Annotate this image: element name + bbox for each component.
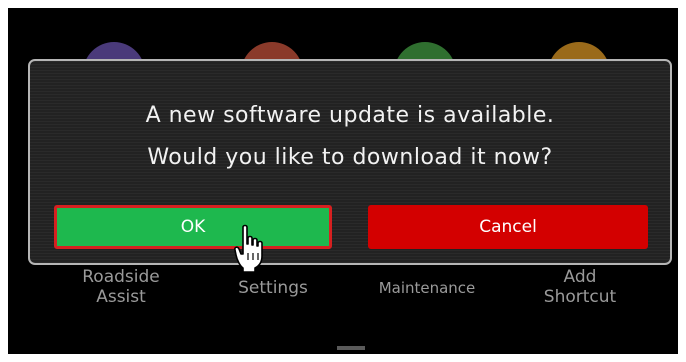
dialog-message-line1: A new software update is available. <box>145 103 555 128</box>
app-label-maintenance[interactable]: Maintenance <box>362 278 492 298</box>
app-label-line: Settings <box>238 278 308 298</box>
app-label-line: Assist <box>96 287 146 307</box>
software-update-dialog: A new software update is available. Woul… <box>28 59 672 265</box>
drag-handle-icon[interactable] <box>337 346 365 350</box>
app-label-line: Shortcut <box>543 287 617 307</box>
app-label-line: Add <box>563 267 597 287</box>
app-label-roadside-assist[interactable]: Roadside Assist <box>56 267 186 307</box>
infotainment-screen: Roadside Assist Settings Maintenance Add… <box>8 8 678 354</box>
ok-button[interactable]: OK <box>54 205 332 249</box>
hand-pointer-icon <box>234 224 263 273</box>
dialog-message-line2: Would you like to download it now? <box>147 145 553 170</box>
app-label-line: Roadside <box>82 267 160 287</box>
cancel-button[interactable]: Cancel <box>368 205 648 249</box>
app-label-add-shortcut[interactable]: Add Shortcut <box>515 267 645 307</box>
app-label-settings[interactable]: Settings <box>208 278 338 298</box>
app-label-line: Maintenance <box>378 279 476 297</box>
